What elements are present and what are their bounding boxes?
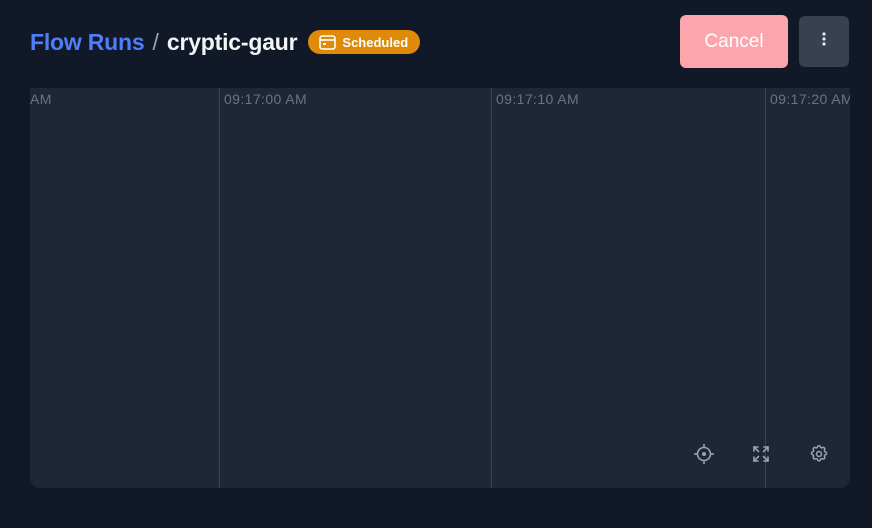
gear-icon	[809, 444, 829, 469]
timeline-tick-label: 09:17:10 AM	[496, 91, 580, 107]
status-badge-label: Scheduled	[342, 34, 409, 50]
breadcrumb: Flow Runs / cryptic-gaur Scheduled	[30, 27, 421, 57]
expand-icon	[752, 445, 770, 468]
more-actions-button[interactable]	[799, 16, 849, 67]
timeline-tick-label: 09:17:00 AM	[224, 91, 308, 107]
timeline-tick-label: AM	[30, 91, 52, 107]
page-title: cryptic-gaur	[166, 28, 298, 55]
recenter-button[interactable]	[692, 443, 716, 470]
cancel-button[interactable]: Cancel	[680, 15, 788, 68]
breadcrumb-separator: /	[152, 28, 159, 55]
flow-run-timeline[interactable]: AM 09:17:00 AM 09:17:10 AM 09:17:20 AM	[30, 88, 850, 488]
vertical-ellipsis-icon	[821, 31, 827, 52]
calendar-icon	[319, 34, 337, 50]
page-header: Flow Runs / cryptic-gaur Scheduled Cance…	[0, 0, 872, 84]
settings-button[interactable]	[807, 444, 831, 468]
status-badge: Scheduled	[308, 30, 421, 54]
fullscreen-button[interactable]	[749, 444, 773, 468]
timeline-tick-label: 09:17:20 AM	[770, 91, 850, 107]
breadcrumb-flow-runs-link[interactable]: Flow Runs	[30, 29, 145, 56]
crosshair-icon	[693, 443, 715, 470]
timeline-gridline	[765, 88, 766, 488]
timeline-gridline	[219, 88, 220, 488]
timeline-gridline	[491, 88, 492, 488]
